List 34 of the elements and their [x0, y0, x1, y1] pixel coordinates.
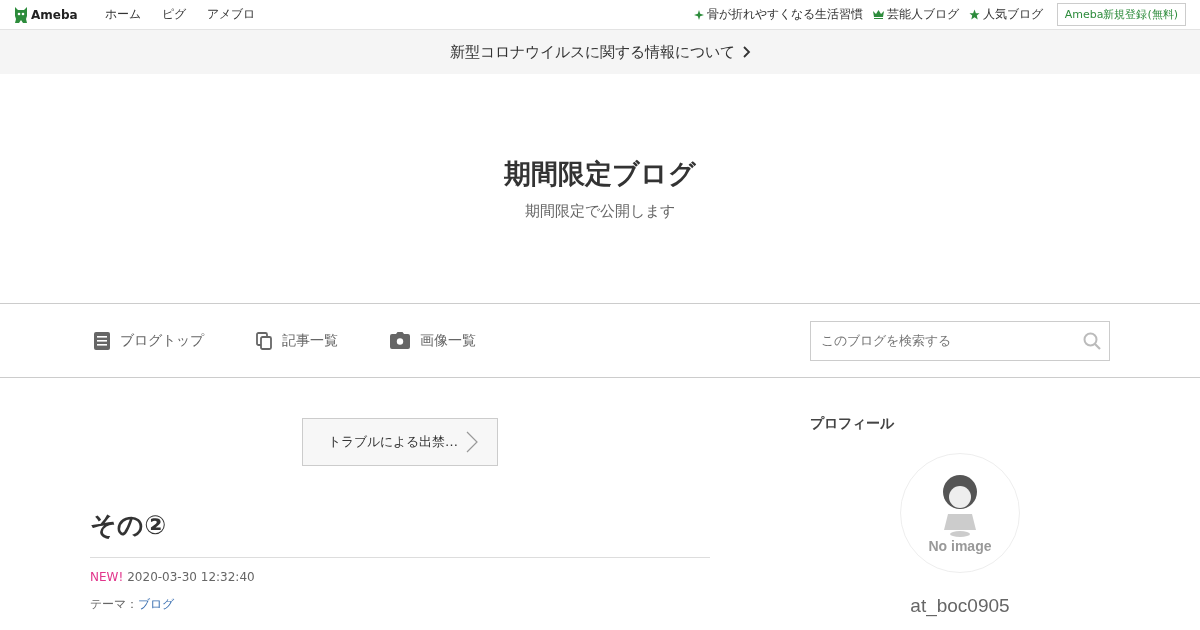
profile-name[interactable]: at_boc0905: [810, 595, 1110, 617]
monster-icon: [14, 6, 28, 23]
camera-icon: [390, 332, 410, 349]
entry-datetime: 2020-03-30 12:32:40: [127, 570, 255, 584]
menu-item[interactable]: 画像一覧: [390, 331, 476, 350]
header-link[interactable]: 人気ブログ: [968, 6, 1043, 23]
theme-link[interactable]: ブログ: [138, 597, 174, 611]
copy-icon: [256, 331, 272, 350]
nav-link[interactable]: ホーム: [93, 6, 141, 23]
document-icon: [94, 331, 110, 350]
header-link[interactable]: 芸能人ブログ: [872, 6, 959, 23]
chevron-icon: [466, 431, 478, 453]
menu-item[interactable]: 記事一覧: [256, 331, 338, 350]
new-label: NEW!: [90, 570, 124, 584]
entry-title[interactable]: その②: [90, 508, 710, 558]
nav-link[interactable]: アメブロ: [195, 6, 255, 23]
notice-banner[interactable]: 新型コロナウイルスに関する情報について: [0, 30, 1200, 74]
previous-entry-link[interactable]: トラブルによる出禁…: [302, 418, 498, 466]
menu-item[interactable]: ブログトップ: [94, 331, 204, 350]
chevron-right-icon: [742, 46, 751, 58]
crown-icon: [872, 10, 884, 19]
star-icon: [968, 9, 980, 20]
theme-label: テーマ：: [90, 597, 138, 611]
ameba-logo[interactable]: Ameba: [14, 6, 78, 23]
header-link[interactable]: 骨が折れやすくなる生活習慣: [693, 6, 863, 23]
blog-description: 期間限定で公開します: [525, 202, 675, 221]
profile-heading: プロフィール: [810, 415, 895, 433]
search-field[interactable]: このブログを検索する: [810, 320, 1110, 361]
nav-link[interactable]: ピグ: [150, 6, 186, 23]
blog-title[interactable]: 期間限定ブログ: [504, 156, 696, 192]
register-button[interactable]: Ameba新規登録(無料): [1056, 3, 1186, 26]
search-icon[interactable]: [1083, 331, 1101, 350]
sparkle-icon: [693, 9, 704, 20]
avatar-caption: No image: [928, 538, 992, 554]
